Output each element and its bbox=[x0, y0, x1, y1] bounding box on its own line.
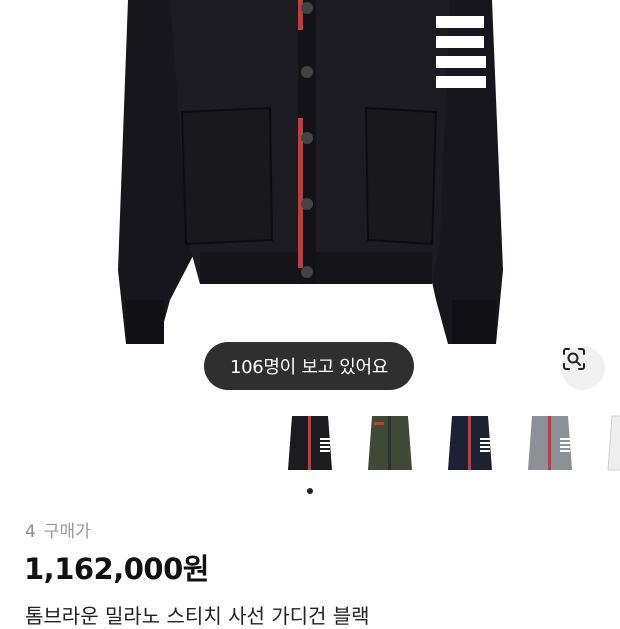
thumb-image bbox=[288, 416, 332, 470]
thumb-image bbox=[607, 415, 620, 471]
variant-thumb-grey[interactable] bbox=[518, 408, 582, 480]
image-search-button[interactable] bbox=[561, 346, 605, 390]
variant-thumbnails bbox=[278, 408, 620, 484]
purchase-count: 4 bbox=[25, 522, 36, 542]
price-label: 4 구매가 bbox=[25, 517, 91, 542]
variant-thumb-green[interactable] bbox=[358, 408, 422, 480]
variant-thumb-navy[interactable] bbox=[438, 408, 502, 480]
product-title: 톰브라운 밀라노 스티치 사선 가디건 블랙 bbox=[25, 604, 370, 628]
viewers-badge-text: 106명이 보고 있어요 bbox=[229, 357, 389, 378]
price-label-text: 구매가 bbox=[43, 522, 91, 542]
variant-thumb-black[interactable] bbox=[278, 408, 342, 480]
viewers-badge: 106명이 보고 있어요 bbox=[204, 342, 414, 390]
cardigan-illustration bbox=[118, 0, 503, 344]
price-value: 1,162,000원 bbox=[24, 552, 209, 586]
variant-thumb-white[interactable] bbox=[598, 408, 620, 480]
thumb-image bbox=[368, 416, 412, 470]
thumb-image bbox=[448, 416, 492, 470]
active-variant-indicator bbox=[307, 488, 313, 494]
thumb-image bbox=[528, 416, 572, 470]
product-hero-image[interactable]: 106명이 보고 있어요 bbox=[0, 0, 620, 395]
